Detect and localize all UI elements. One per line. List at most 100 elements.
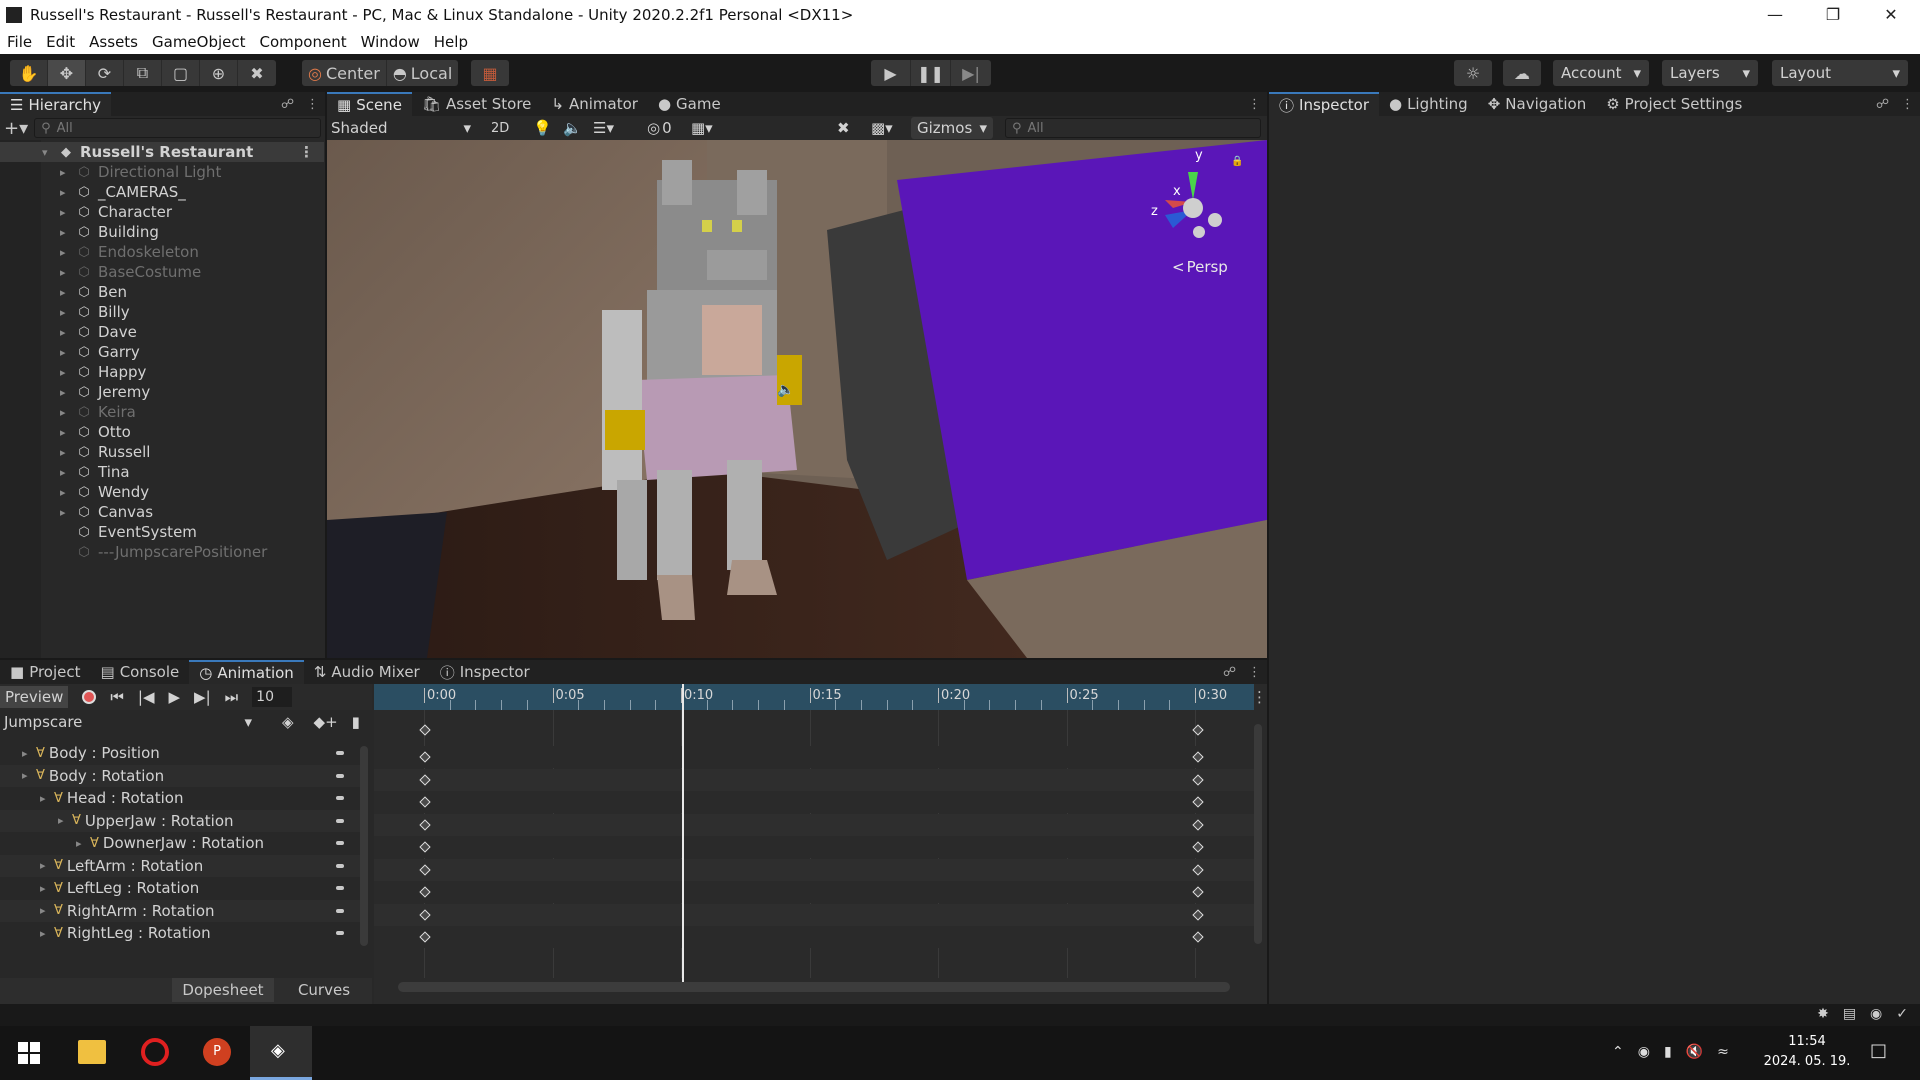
hierarchy-item[interactable]: ▸ ⬡ Russell: [0, 442, 324, 462]
kebab-menu-icon[interactable]: ⋮: [306, 97, 319, 112]
audio-toggle-icon[interactable]: 🔈: [563, 119, 582, 137]
maximize-icon[interactable]: ❐: [1804, 0, 1862, 29]
expand-arrow-icon[interactable]: ▸: [58, 814, 72, 827]
first-keyframe-icon[interactable]: ⏮: [110, 688, 124, 706]
expand-arrow-icon[interactable]: ▸: [60, 366, 72, 379]
gizmo-axis-z[interactable]: z: [1151, 204, 1158, 219]
hierarchy-item[interactable]: ▸ ⬡ Billy: [0, 302, 324, 322]
add-keyframe-icon[interactable]: ◆+: [314, 713, 338, 731]
wifi-icon[interactable]: ≈: [1717, 1044, 1729, 1060]
file-explorer-icon[interactable]: [78, 1040, 106, 1064]
minimize-icon[interactable]: —: [1746, 0, 1804, 29]
keyframe-diamond[interactable]: [1192, 818, 1204, 831]
network-icon[interactable]: ◉: [1870, 1006, 1882, 1022]
cloud-icon[interactable]: ☁: [1503, 60, 1541, 86]
time-ruler[interactable]: 0:00 0:05 0:10 0:15 0:20 0:25 0:30: [374, 684, 1254, 710]
expand-arrow-icon[interactable]: ▸: [60, 466, 72, 479]
keyframe-diamond[interactable]: [419, 841, 431, 853]
remove-property-icon[interactable]: [336, 908, 344, 913]
pivot-center-button[interactable]: ◎ Center: [302, 60, 387, 86]
animation-property-row[interactable]: ▸ Ɐ DownerJaw : Rotation: [0, 832, 366, 854]
tools-icon[interactable]: ✖: [837, 119, 850, 137]
transform-tool-icon[interactable]: ⊕: [200, 60, 238, 86]
keyframe-track[interactable]: [374, 768, 1254, 791]
hierarchy-item[interactable]: ▸ ⬡ Directional Light: [0, 162, 324, 182]
scene-viewport[interactable]: y x z 🔒 < Persp 🔈: [327, 140, 1267, 658]
keyframe-diamond[interactable]: [419, 931, 431, 943]
opera-icon[interactable]: [141, 1038, 169, 1066]
kebab-menu-icon[interactable]: ⋮: [1248, 97, 1261, 112]
remove-property-icon[interactable]: [336, 796, 344, 800]
keyframe-track[interactable]: [374, 791, 1254, 813]
effects-toggle-icon[interactable]: ☰▾: [593, 119, 614, 137]
hierarchy-item[interactable]: ▸ ⬡ _CAMERAS_: [0, 182, 324, 202]
hierarchy-item[interactable]: ▸ ⬡ Building: [0, 222, 324, 242]
expand-arrow-icon[interactable]: ▸: [60, 266, 72, 279]
powerpoint-icon[interactable]: P: [203, 1038, 231, 1066]
account-dropdown[interactable]: Account ▾: [1553, 60, 1649, 86]
keyframe-diamond[interactable]: [1192, 908, 1204, 921]
grid-snap-icon[interactable]: ▦: [471, 60, 509, 86]
lock-icon[interactable]: ☍: [1876, 97, 1889, 112]
hierarchy-item[interactable]: ▸ ⬡ Ben: [0, 282, 324, 302]
expand-arrow-icon[interactable]: ▾: [42, 146, 54, 159]
animation-property-row[interactable]: ▸ Ɐ Head : Rotation: [0, 787, 366, 809]
gizmos-dropdown[interactable]: Gizmos ▾: [911, 117, 993, 139]
last-keyframe-icon[interactable]: ⏭: [225, 688, 239, 706]
hierarchy-item[interactable]: ▸ ⬡ Keira: [0, 402, 324, 422]
tab-animation[interactable]: ◷ Animation: [189, 660, 304, 684]
remove-property-icon[interactable]: [336, 751, 344, 755]
keyframe-diamond[interactable]: [1192, 863, 1204, 876]
tab-game[interactable]: ● Game: [648, 92, 731, 116]
hierarchy-item[interactable]: ▸ ⬡ BaseCostume: [0, 262, 324, 282]
unity-taskbar-button[interactable]: ◈: [250, 1026, 312, 1080]
expand-arrow-icon[interactable]: ▸: [60, 506, 72, 519]
hand-tool-icon[interactable]: ✋: [10, 60, 48, 86]
rect-tool-icon[interactable]: ▢: [162, 60, 200, 86]
tab-inspector[interactable]: ⓘ Inspector: [1269, 92, 1379, 116]
expand-arrow-icon[interactable]: ▸: [40, 859, 54, 872]
lock-icon[interactable]: 🔒: [1231, 156, 1243, 167]
keyframe-diamond[interactable]: [419, 773, 431, 786]
menu-gameobject[interactable]: GameObject: [145, 33, 253, 51]
hierarchy-item[interactable]: ▸ ⬡ Canvas: [0, 502, 324, 522]
gizmo-axis-y[interactable]: y: [1195, 148, 1203, 163]
expand-arrow-icon[interactable]: ▸: [60, 306, 72, 319]
pause-icon[interactable]: ❚❚: [911, 60, 951, 86]
frame-input[interactable]: 10: [252, 687, 293, 707]
rotate-tool-icon[interactable]: ⟳: [86, 60, 124, 86]
expand-arrow-icon[interactable]: ▸: [60, 406, 72, 419]
expand-arrow-icon[interactable]: ▸: [22, 747, 36, 760]
close-icon[interactable]: ✕: [1862, 0, 1920, 29]
filter-keyframes-icon[interactable]: ◈: [282, 713, 294, 731]
expand-arrow-icon[interactable]: ▸: [40, 792, 54, 805]
tab-project[interactable]: ■ Project: [0, 660, 91, 684]
add-icon[interactable]: +▾: [4, 118, 28, 139]
clock[interactable]: 11:54 2024. 05. 19.: [1762, 1032, 1852, 1072]
animation-property-row[interactable]: ▸ Ɐ LeftArm : Rotation: [0, 854, 366, 877]
keyframe-diamond[interactable]: [1192, 751, 1204, 763]
dopesheet-tab[interactable]: Dopesheet: [172, 978, 274, 1002]
collab-icon[interactable]: ☼: [1454, 60, 1492, 86]
menu-window[interactable]: Window: [354, 33, 427, 51]
record-icon[interactable]: [82, 690, 97, 704]
clip-dropdown[interactable]: Jumpscare ▾: [0, 713, 256, 731]
expand-arrow-icon[interactable]: ▸: [76, 837, 90, 850]
tab-animator[interactable]: ↳ Animator: [541, 92, 648, 116]
keyframe-track[interactable]: [374, 881, 1254, 903]
expand-arrow-icon[interactable]: ▸: [60, 246, 72, 259]
menu-edit[interactable]: Edit: [39, 33, 82, 51]
expand-arrow-icon[interactable]: ▸: [60, 286, 72, 299]
hierarchy-item[interactable]: ▸ ⬡ Otto: [0, 422, 324, 442]
property-scrollbar[interactable]: [360, 746, 368, 946]
tab-asset-store[interactable]: 🛍 Asset Store: [412, 92, 541, 116]
expand-arrow-icon[interactable]: ▸: [60, 386, 72, 399]
expand-arrow-icon[interactable]: ▸: [40, 882, 54, 895]
tab-project-settings[interactable]: ⚙ Project Settings: [1596, 92, 1752, 116]
menu-help[interactable]: Help: [427, 33, 475, 51]
kebab-menu-icon[interactable]: ⋮: [1252, 688, 1267, 706]
hierarchy-item[interactable]: ▸ ⬡ Happy: [0, 362, 324, 382]
grid-toggle-icon[interactable]: ▦▾: [691, 119, 713, 137]
play-icon[interactable]: ▶: [871, 60, 911, 86]
expand-arrow-icon[interactable]: ▸: [60, 226, 72, 239]
